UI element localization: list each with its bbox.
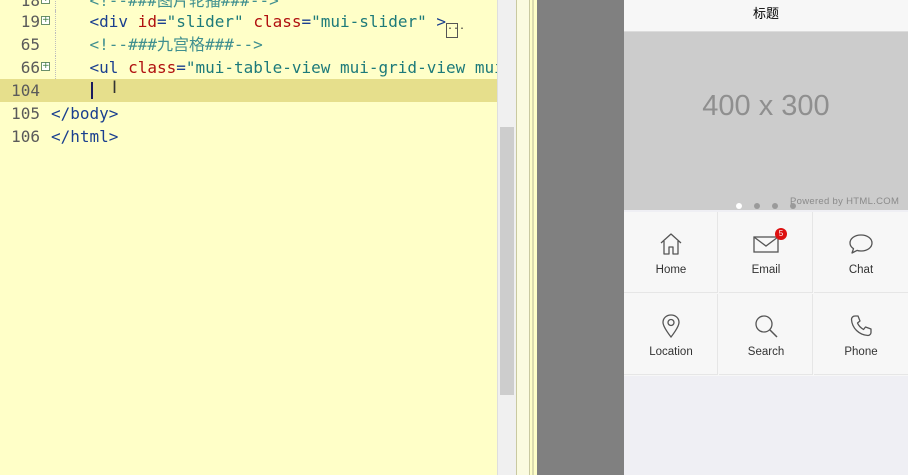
grid-item-email[interactable]: 5 Email bbox=[719, 212, 813, 293]
chat-icon bbox=[849, 234, 873, 254]
code-token: "slider" bbox=[166, 12, 254, 31]
code-token: <!--###图片轮播###--> bbox=[89, 0, 279, 10]
code-token: = bbox=[156, 12, 167, 31]
code-line[interactable]: 105 </body> bbox=[0, 102, 497, 125]
code-editor[interactable]: 18+ <!--###图片轮播###-->19+ <div id="slider… bbox=[0, 0, 497, 475]
slider-dot[interactable] bbox=[772, 203, 778, 209]
powered-by-watermark: Powered by HTML.COM bbox=[790, 196, 900, 207]
grid-item-label: Home bbox=[655, 264, 687, 276]
line-number: 106 bbox=[11, 127, 40, 146]
image-slider[interactable]: 400 x 300 Powered by HTML.COM bbox=[624, 32, 908, 210]
location-icon bbox=[662, 314, 680, 339]
code-token: </html> bbox=[51, 127, 119, 146]
phone-icon bbox=[850, 315, 872, 337]
code-token: <!--###九宫格###--> bbox=[89, 35, 263, 54]
code-token: class bbox=[128, 58, 177, 77]
line-number: 104 bbox=[11, 81, 40, 100]
fold-toggle-icon[interactable]: + bbox=[41, 0, 50, 4]
code-line[interactable]: 106 </html> bbox=[0, 125, 497, 148]
fold-toggle-icon[interactable]: + bbox=[41, 16, 50, 25]
grid-item-home[interactable]: Home bbox=[624, 212, 718, 293]
slider-dot[interactable] bbox=[736, 203, 742, 209]
code-token: = bbox=[176, 58, 186, 77]
line-number: 105 bbox=[11, 104, 40, 123]
line-number: 19 bbox=[20, 12, 40, 31]
home-icon bbox=[660, 233, 682, 255]
current-code-line[interactable]: 104 I bbox=[0, 78, 497, 102]
grid-item-location[interactable]: Location bbox=[624, 294, 718, 375]
code-line[interactable]: 65 <!--###九宫格###--> bbox=[0, 33, 497, 56]
grid-item-phone[interactable]: Phone bbox=[814, 294, 908, 375]
grid-item-label: Location bbox=[649, 346, 693, 358]
fold-toggle-icon[interactable]: + bbox=[41, 62, 50, 71]
line-number: 66 bbox=[20, 58, 40, 77]
grid-item-label: Chat bbox=[848, 264, 874, 276]
splitter-line bbox=[532, 0, 534, 475]
mouse-ibeam-cursor-icon: I bbox=[112, 78, 118, 98]
scrollbar-thumb[interactable] bbox=[500, 127, 514, 395]
grid-item-label: Phone bbox=[844, 346, 878, 358]
code-token: <div bbox=[89, 12, 138, 31]
grid-item-label: Search bbox=[747, 346, 785, 358]
code-token: <ul bbox=[89, 58, 129, 77]
code-text: </html> bbox=[51, 125, 118, 148]
slider-placeholder-text: 400 x 300 bbox=[702, 90, 830, 122]
pane-splitter[interactable] bbox=[516, 0, 530, 475]
code-line[interactable]: 19 + <div id="slider" class="mui-slider" … bbox=[0, 10, 497, 38]
notification-badge: 5 bbox=[775, 228, 787, 240]
code-text: <!--###九宫格###--> bbox=[51, 33, 263, 56]
nine-grid-menu: Home 5 Email Chat Location Search Phone bbox=[624, 212, 908, 376]
code-token: > bbox=[436, 12, 446, 31]
grid-item-search[interactable]: Search bbox=[719, 294, 813, 375]
grid-item-chat[interactable]: Chat bbox=[814, 212, 908, 293]
code-text: <ul class="mui-table-view mui-grid-view … bbox=[51, 56, 497, 79]
code-line[interactable]: 66 + <ul class="mui-table-view mui-grid-v… bbox=[0, 56, 497, 79]
nav-bar-title: 标题 bbox=[624, 0, 908, 32]
line-number: 65 bbox=[20, 35, 40, 54]
slider-dot[interactable] bbox=[754, 203, 760, 209]
code-token: class bbox=[253, 12, 302, 31]
code-token: id bbox=[137, 12, 157, 31]
grid-item-label: Email bbox=[751, 264, 781, 276]
code-token: = bbox=[301, 12, 312, 31]
text-caret bbox=[91, 82, 93, 99]
mobile-preview: 标题 400 x 300 Powered by HTML.COM Home 5 Em… bbox=[624, 0, 908, 475]
search-icon bbox=[755, 315, 778, 338]
code-token: </body> bbox=[51, 104, 119, 123]
code-token: "mui-slider" bbox=[311, 12, 437, 31]
code-text: </body> bbox=[51, 102, 118, 125]
code-token: "mui-table-view mui-grid-view mui-grid-9… bbox=[185, 58, 497, 77]
